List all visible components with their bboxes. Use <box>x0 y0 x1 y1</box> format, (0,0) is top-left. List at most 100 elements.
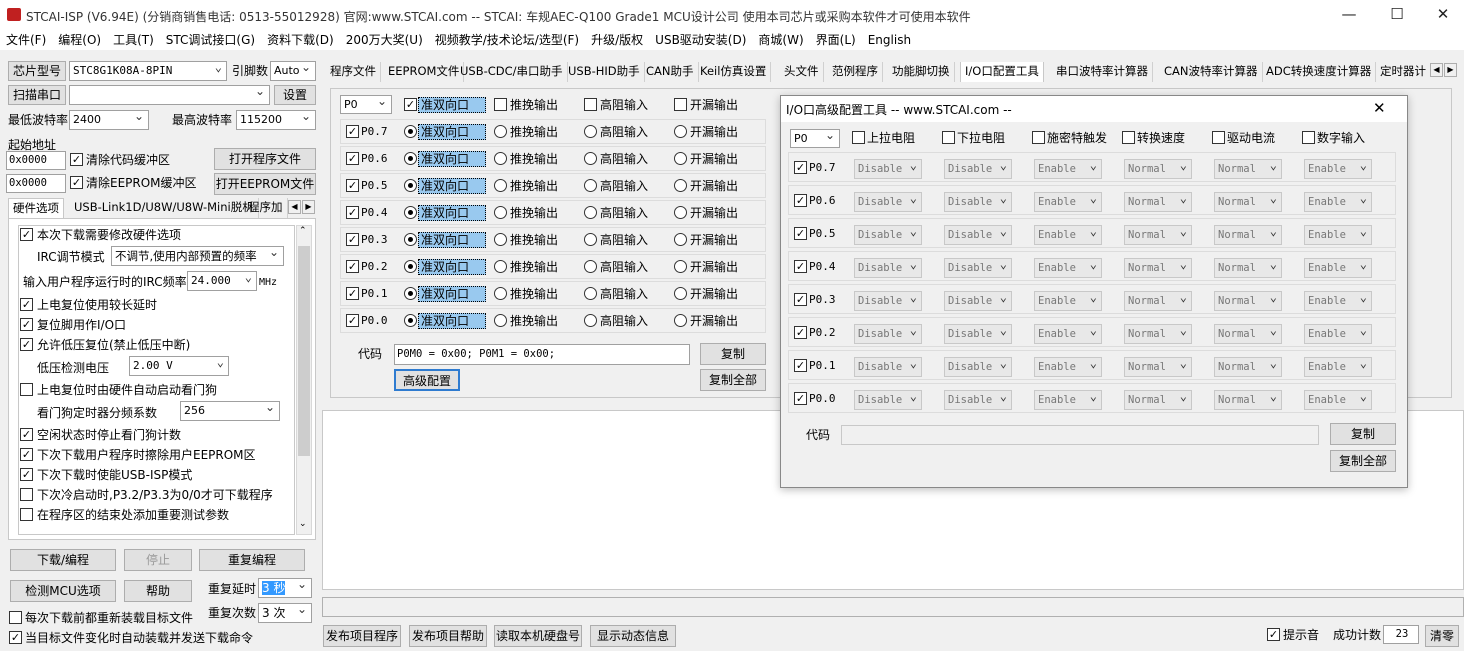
opt-test-params-checkbox[interactable] <box>20 508 33 521</box>
dialog-slew-select[interactable]: Normal <box>1124 324 1192 344</box>
io-mode-opendrain-radio[interactable] <box>674 314 687 327</box>
io-mode-quasi-radio[interactable] <box>404 125 417 138</box>
dialog-schmitt-select[interactable]: Enable <box>1034 291 1102 311</box>
tab-adc-speed-calc[interactable]: ADC转换速度计算器 <box>1262 62 1377 82</box>
io-mode-opendrain-radio[interactable] <box>674 152 687 165</box>
io-pin-checkbox[interactable]: ✓ <box>346 206 359 219</box>
tab-usb-hid[interactable]: USB-HID助手 <box>564 62 645 82</box>
publish-help-button[interactable]: 发布项目帮助 <box>409 625 487 647</box>
opt-idle-wdt-checkbox[interactable]: ✓ <box>20 428 33 441</box>
io-mode-opendrain-radio[interactable] <box>674 179 687 192</box>
io-mode-opendrain-radio[interactable] <box>674 206 687 219</box>
dialog-pullup-select[interactable]: Disable <box>854 192 922 212</box>
pins-select[interactable]: Auto <box>270 61 316 81</box>
menu-debug[interactable]: STC调试接口(G) <box>160 30 261 50</box>
tab-program-add[interactable]: 程序加 <box>244 198 288 218</box>
scrollbar-thumb[interactable] <box>298 246 310 456</box>
read-disk-id-button[interactable]: 读取本机硬盘号 <box>494 625 582 647</box>
menu-video[interactable]: 视频教学/技术论坛/选型(F) <box>429 30 585 50</box>
io-mode-pushpull-radio[interactable] <box>494 314 507 327</box>
io-mode-highz-radio[interactable] <box>584 260 597 273</box>
opt-erase-eeprom-checkbox[interactable]: ✓ <box>20 448 33 461</box>
options-scrollbar[interactable]: ⌃ ⌄ <box>296 225 312 535</box>
open-program-file-button[interactable]: 打开程序文件 <box>214 148 316 170</box>
io-mode-pushpull-radio[interactable] <box>494 152 507 165</box>
dialog-pulldown-select[interactable]: Disable <box>944 324 1012 344</box>
opt-long-delay-checkbox[interactable]: ✓ <box>20 298 33 311</box>
dialog-digital-input-select[interactable]: Enable <box>1304 192 1372 212</box>
scroll-up-icon[interactable]: ⌃ <box>299 226 307 236</box>
menu-english[interactable]: English <box>862 30 917 50</box>
dialog-pulldown-select[interactable]: Disable <box>944 192 1012 212</box>
dialog-pin-checkbox[interactable]: ✓ <box>794 161 807 174</box>
menu-shop[interactable]: 商城(W) <box>752 30 809 50</box>
dialog-schmitt-select[interactable]: Enable <box>1034 192 1102 212</box>
dialog-header-pulldown-checkbox[interactable] <box>942 131 955 144</box>
io-mode-quasi-radio[interactable] <box>404 152 417 165</box>
io-pin-checkbox[interactable]: ✓ <box>346 314 359 327</box>
menu-award[interactable]: 200万大奖(U) <box>340 30 429 50</box>
dialog-digital-input-select[interactable]: Enable <box>1304 357 1372 377</box>
dialog-slew-select[interactable]: Normal <box>1124 357 1192 377</box>
dialog-drive-select[interactable]: Normal <box>1214 192 1282 212</box>
io-mode-quasi-radio[interactable] <box>404 179 417 192</box>
dialog-header-pullup-checkbox[interactable] <box>852 131 865 144</box>
code-start-address-input[interactable]: 0x0000 <box>6 151 66 170</box>
close-button[interactable]: ✕ <box>1420 0 1464 30</box>
tab-can-baud-calc[interactable]: CAN波特率计算器 <box>1160 62 1263 82</box>
dialog-digital-input-select[interactable]: Enable <box>1304 159 1372 179</box>
dialog-digital-input-select[interactable]: Enable <box>1304 225 1372 245</box>
tab-header-file[interactable]: 头文件 <box>780 62 824 82</box>
dialog-header-slew-checkbox[interactable] <box>1122 131 1135 144</box>
io-pin-checkbox[interactable]: ✓ <box>346 287 359 300</box>
dialog-pin-checkbox[interactable]: ✓ <box>794 359 807 372</box>
dialog-slew-select[interactable]: Normal <box>1124 192 1192 212</box>
scroll-down-icon[interactable]: ⌄ <box>299 519 307 529</box>
dialog-schmitt-select[interactable]: Enable <box>1034 357 1102 377</box>
clear-count-button[interactable]: 清零 <box>1425 625 1459 647</box>
auto-reload-checkbox[interactable]: ✓ <box>9 631 22 644</box>
menu-ui[interactable]: 界面(L) <box>810 30 862 50</box>
dialog-drive-select[interactable]: Normal <box>1214 159 1282 179</box>
show-dynamic-info-button[interactable]: 显示动态信息 <box>590 625 676 647</box>
io-pin-checkbox[interactable]: ✓ <box>346 179 359 192</box>
dialog-header-digital-input-checkbox[interactable] <box>1302 131 1315 144</box>
io-mode-highz-radio[interactable] <box>584 152 597 165</box>
open-eeprom-file-button[interactable]: 打开EEPROM文件 <box>214 173 316 195</box>
io-mode-quasi-radio[interactable] <box>404 287 417 300</box>
dialog-schmitt-select[interactable]: Enable <box>1034 324 1102 344</box>
io-mode-quasi-radio[interactable] <box>404 314 417 327</box>
opt-reset-io-checkbox[interactable]: ✓ <box>20 318 33 331</box>
dialog-drive-select[interactable]: Normal <box>1214 258 1282 278</box>
dialog-digital-input-select[interactable]: Enable <box>1304 390 1372 410</box>
tab-hardware-options[interactable]: 硬件选项 <box>8 198 64 218</box>
dialog-slew-select[interactable]: Normal <box>1124 390 1192 410</box>
chip-model-button[interactable]: 芯片型号 <box>8 61 66 81</box>
clear-code-checkbox[interactable]: ✓ <box>70 153 83 166</box>
dialog-digital-input-select[interactable]: Enable <box>1304 258 1372 278</box>
dialog-port-select[interactable]: P0 <box>790 129 840 148</box>
tab-keil-sim[interactable]: Keil仿真设置 <box>696 62 772 82</box>
tab-examples[interactable]: 范例程序 <box>828 62 883 82</box>
io-copy-button[interactable]: 复制 <box>700 343 766 365</box>
io-header-opendrain-checkbox[interactable] <box>674 98 687 111</box>
io-pin-checkbox[interactable]: ✓ <box>346 233 359 246</box>
tab-usb-cdc[interactable]: USB-CDC/串口助手 <box>456 62 568 82</box>
minimize-button[interactable]: — <box>1326 0 1372 30</box>
clear-eeprom-checkbox[interactable]: ✓ <box>70 176 83 189</box>
io-header-highz-checkbox[interactable] <box>584 98 597 111</box>
opt-low-voltage-reset-checkbox[interactable]: ✓ <box>20 338 33 351</box>
dialog-pin-checkbox[interactable]: ✓ <box>794 260 807 273</box>
tab-usb-link[interactable]: USB-Link1D/U8W/U8W-Mini脱机 <box>70 198 259 218</box>
tab-eeprom-file[interactable]: EEPROM文件 <box>384 62 465 82</box>
io-port-select[interactable]: P0 <box>340 95 392 114</box>
io-mode-pushpull-radio[interactable] <box>494 260 507 273</box>
io-mode-pushpull-radio[interactable] <box>494 179 507 192</box>
tab-right-arrow-icon[interactable]: ▶ <box>302 200 315 214</box>
tab-program-file[interactable]: 程序文件 <box>326 62 381 82</box>
io-mode-quasi-radio[interactable] <box>404 206 417 219</box>
menu-file[interactable]: 文件(F) <box>0 30 52 50</box>
dialog-copy-button[interactable]: 复制 <box>1330 423 1396 445</box>
io-pin-checkbox[interactable]: ✓ <box>346 260 359 273</box>
dialog-schmitt-select[interactable]: Enable <box>1034 258 1102 278</box>
